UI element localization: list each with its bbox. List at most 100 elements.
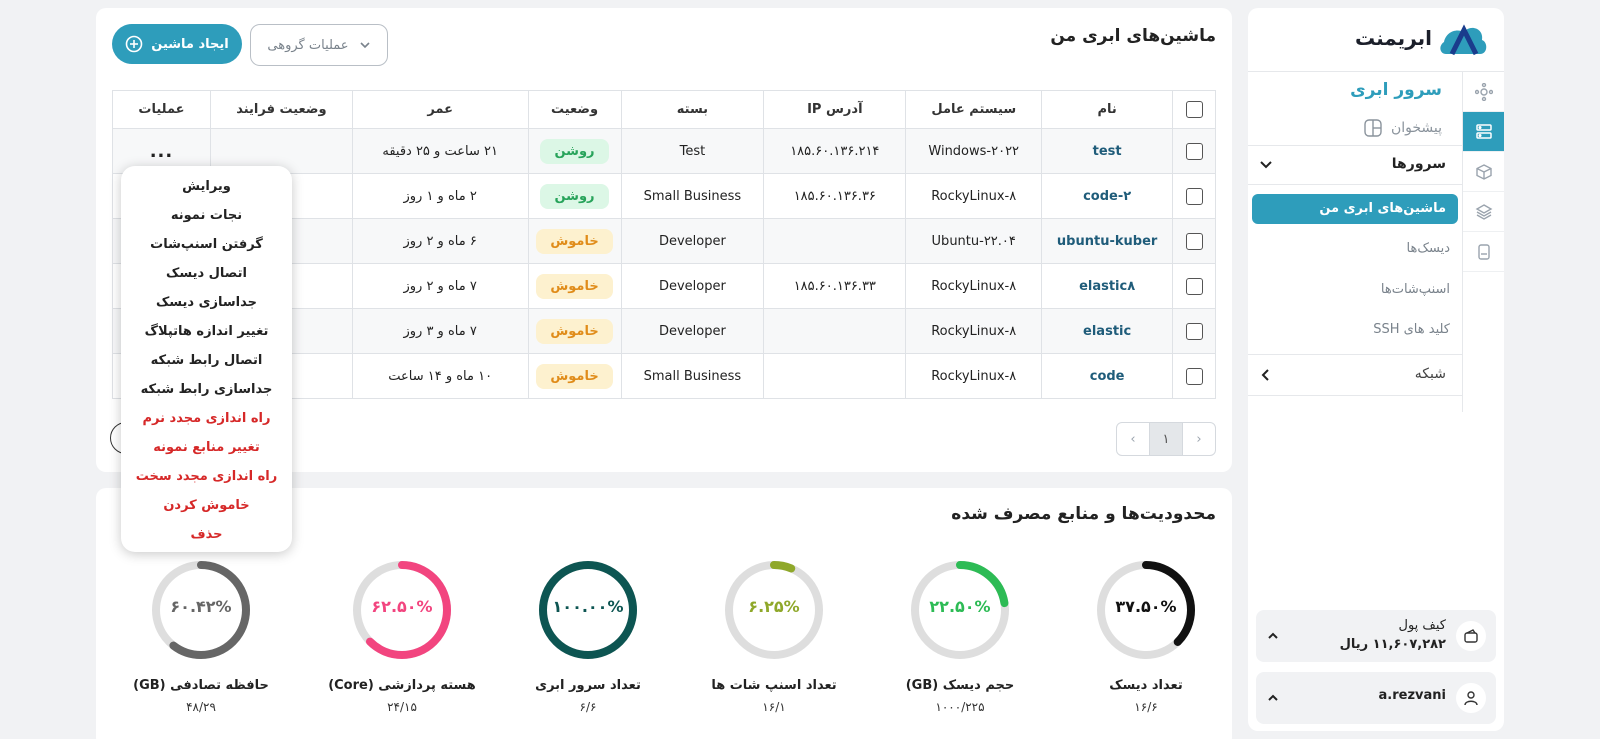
row-checkbox[interactable] [1185, 277, 1203, 295]
prev-page-button[interactable]: ‹ [1117, 423, 1149, 455]
vm-plan: Small Business [620, 353, 765, 399]
chevron-up-icon [1268, 694, 1278, 701]
vm-ip: ۱۸۵.۶۰.۱۳۶.۳۶ [763, 173, 907, 219]
network-group-header[interactable]: شبکه [1248, 354, 1462, 396]
vm-age: ۶ ماه و ۲ روز [351, 218, 529, 264]
menu-item-resize[interactable]: تغییر منابع نمونه [121, 433, 292, 462]
gauge-disk-size: ۲۲.۵۰% حجم دیسک (GB) ۱۰۰۰/۲۲۵ [870, 560, 1050, 730]
gauge-value: ۲۴/۱۵ [387, 700, 417, 714]
row-checkbox[interactable] [1185, 322, 1203, 340]
col-header-actions: عملیات [112, 90, 211, 129]
page-number-current[interactable]: ۱ [1149, 423, 1182, 455]
menu-item-edit[interactable]: ویرایش [121, 172, 292, 201]
wallet-icon [1456, 621, 1486, 651]
vm-name-link[interactable]: code-۲ [1041, 173, 1174, 219]
menu-item-detach-disk[interactable]: جداسازی دیسک [121, 288, 292, 317]
vm-name-link[interactable]: ubuntu-kuber [1041, 218, 1174, 264]
gauge-value: ۱۶/۶ [1134, 700, 1158, 714]
gauge-cpu-cores: ۶۲.۵۰% هسته پردازشی (Core) ۲۴/۱۵ [312, 560, 492, 730]
gauge-snapshot-count: ۶.۲۵% تعداد اسنپ شات ها ۱۶/۱ [684, 560, 864, 730]
vm-name-link[interactable]: code [1041, 353, 1174, 399]
gauge-value: ۱۶/۱ [762, 700, 786, 714]
bulk-actions-dropdown[interactable]: عملیات گروهی [250, 24, 388, 66]
menu-item-power-off[interactable]: خاموش کردن [121, 491, 292, 520]
col-header-age[interactable]: عمر [351, 90, 529, 129]
servers-group-header[interactable]: سرورها [1248, 145, 1462, 185]
col-header-status[interactable]: وضعیت [527, 90, 622, 129]
sidebar-item-disks[interactable]: دیسک‌ها [1407, 241, 1450, 256]
vm-status-cell: روشن [527, 173, 622, 219]
col-header-ip[interactable]: آدرس IP [763, 90, 907, 129]
vm-age: ۲۱ ساعت و ۲۵ دقیقه [351, 128, 529, 174]
pagination: ‹ ۱ › [1116, 422, 1216, 456]
gauge-value: ۶/۶ [579, 700, 597, 714]
menu-item-detach-nic[interactable]: جداسازی رابط شبکه [121, 375, 292, 404]
menu-item-attach-nic[interactable]: اتصال رابط شبکه [121, 346, 292, 375]
row-checkbox[interactable] [1185, 232, 1203, 250]
row-checkbox[interactable] [1185, 187, 1203, 205]
gauge-label: هسته پردازشی (Core) [328, 678, 476, 693]
sidebar-item-my-vms[interactable]: ماشین‌های ابری من [1252, 194, 1458, 224]
section-title: سرور ابری [1350, 80, 1442, 100]
menu-item-rescue[interactable]: نجات نمونه [121, 201, 292, 230]
menu-item-hotplug-resize[interactable]: تغییر اندازه هاتپلاگ [121, 317, 292, 346]
status-badge: روشن [540, 183, 609, 209]
table-header-row: نام سیستم عامل آدرس IP بسته وضعیت عمر وض… [112, 90, 1216, 129]
menu-item-delete[interactable]: حذف [121, 520, 292, 549]
gauge-percent: ۱۰۰.۰۰% [552, 597, 624, 616]
user-card[interactable]: a.rezvani [1256, 672, 1496, 724]
wallet-card[interactable]: کیف پول ۱۱,۶۰۷,۲۸۲ ریال [1256, 610, 1496, 662]
create-vm-button[interactable]: ایجاد ماشین [112, 24, 242, 64]
row-actions-button[interactable]: ... [150, 141, 174, 162]
vm-os: Windows-۲۰۲۲ [905, 128, 1043, 174]
select-all-cell [1172, 90, 1216, 129]
chevron-down-icon [360, 42, 370, 49]
vm-ip: ۱۸۵.۶۰.۱۳۶.۲۱۴ [763, 128, 907, 174]
vm-os: Ubuntu-۲۲.۰۴ [905, 218, 1043, 264]
vm-ip [763, 308, 907, 354]
gauge-server-count: ۱۰۰.۰۰% تعداد سرور ابری ۶/۶ [498, 560, 678, 730]
bulk-actions-label: عملیات گروهی [267, 37, 349, 53]
gauge-percent: ۶۰.۴۲% [170, 597, 232, 616]
col-header-os[interactable]: سیستم عامل [905, 90, 1043, 129]
vm-os: RockyLinux-۸ [905, 353, 1043, 399]
menu-item-hard-reboot[interactable]: راه اندازی مجدد سخت [121, 462, 292, 491]
col-header-name[interactable]: نام [1041, 90, 1174, 129]
menu-item-attach-disk[interactable]: اتصال دیسک [121, 259, 292, 288]
col-header-plan[interactable]: بسته [620, 90, 765, 129]
menu-item-snapshot[interactable]: گرفتن اسنپ‌شات [121, 230, 292, 259]
server-icon[interactable] [1463, 112, 1504, 152]
status-badge: خاموش [536, 228, 613, 254]
sidebar-item-snapshots[interactable]: اسنپ‌شات‌ها [1381, 282, 1450, 297]
vm-os: RockyLinux-۸ [905, 173, 1043, 219]
chevron-left-icon [1261, 369, 1269, 381]
plus-circle-icon [125, 35, 143, 53]
vm-plan: Test [620, 128, 765, 174]
vm-ip [763, 218, 907, 264]
box-icon[interactable] [1463, 152, 1504, 192]
sidebar: ابریمنت سرور ابری پیشخوان سرورها ماشین‌ه… [1248, 8, 1504, 731]
vm-status-cell: خاموش [527, 308, 622, 354]
dashboard-link[interactable]: پیشخوان [1363, 118, 1442, 138]
chevron-down-icon [1260, 161, 1272, 169]
next-page-button[interactable]: › [1182, 423, 1215, 455]
storage-icon[interactable] [1463, 232, 1504, 272]
row-checkbox[interactable] [1185, 367, 1203, 385]
icon-rail [1462, 72, 1504, 412]
status-badge: خاموش [536, 318, 613, 344]
col-header-process-status[interactable]: وضعیت فرایند [209, 90, 353, 129]
vm-name-link[interactable]: elastic [1041, 308, 1174, 354]
menu-item-soft-reboot[interactable]: راه اندازی مجدد نرم [121, 404, 292, 433]
vm-name-link[interactable]: test [1041, 128, 1174, 174]
usage-title: محدودیت‌ها و منابع مصرف شده [951, 504, 1216, 524]
vm-plan: Developer [620, 218, 765, 264]
vm-ip [763, 353, 907, 399]
network-nodes-icon[interactable] [1463, 72, 1504, 112]
layers-icon[interactable] [1463, 192, 1504, 232]
select-all-checkbox[interactable] [1185, 101, 1203, 118]
sidebar-item-ssh-keys[interactable]: کلید های SSH [1373, 322, 1450, 337]
vm-name-link[interactable]: elastic۸ [1041, 263, 1174, 309]
vm-os: RockyLinux-۸ [905, 308, 1043, 354]
row-checkbox[interactable] [1185, 142, 1203, 160]
dashboard-icon [1364, 119, 1382, 137]
